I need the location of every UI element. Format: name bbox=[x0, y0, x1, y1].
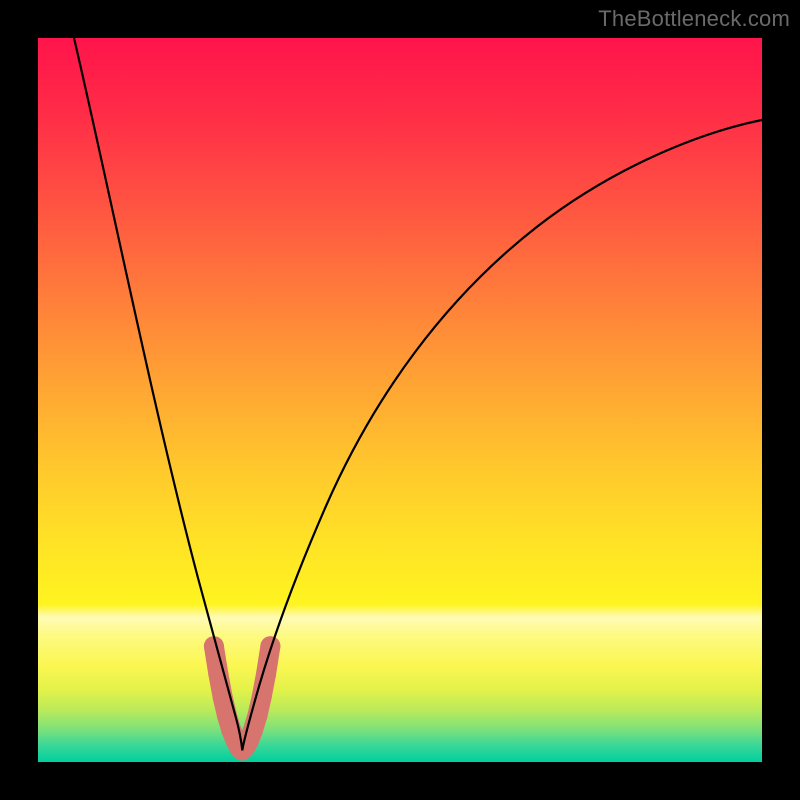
chart-svg bbox=[38, 38, 762, 762]
chart-background bbox=[38, 38, 762, 762]
valley-marker-dot bbox=[256, 664, 276, 684]
chart-frame: TheBottleneck.com bbox=[0, 0, 800, 800]
watermark-label: TheBottleneck.com bbox=[598, 6, 790, 32]
chart-plot-area bbox=[38, 38, 762, 762]
